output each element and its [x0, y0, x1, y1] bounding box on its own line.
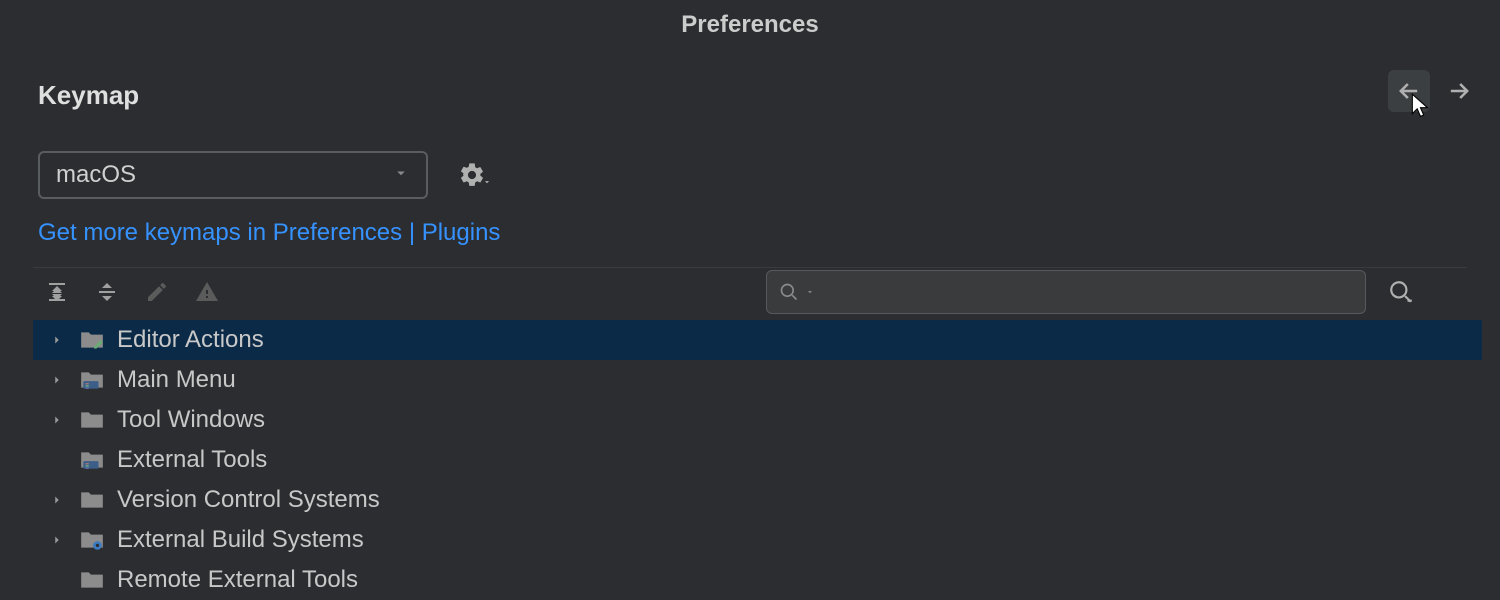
page-title: Keymap	[0, 50, 1500, 111]
tree-row-label: Main Menu	[117, 366, 236, 394]
find-by-shortcut-button[interactable]	[1388, 279, 1414, 305]
keymap-toolbar	[0, 268, 1500, 316]
forward-button[interactable]	[1438, 70, 1480, 112]
find-shortcut-icon	[1388, 279, 1414, 305]
keymap-link-row: Get more keymaps in Preferences | Plugin…	[0, 199, 1500, 247]
arrow-right-icon	[1445, 77, 1473, 105]
tree-row[interactable]: Editor Actions	[33, 320, 1482, 360]
tree-row[interactable]: Version Control Systems	[33, 480, 1482, 520]
search-icon	[779, 282, 799, 302]
tree-row[interactable]: Main Menu	[33, 360, 1482, 400]
tree-row[interactable]: Remote External Tools	[33, 560, 1482, 600]
collapse-all-icon	[95, 280, 119, 304]
back-button[interactable]	[1388, 70, 1430, 112]
dialog-header: Preferences	[0, 0, 1500, 50]
tree-row[interactable]: External Build Systems	[33, 520, 1482, 560]
folder-edit-icon	[79, 327, 105, 353]
folder-icon	[79, 567, 105, 593]
expand-all-icon	[45, 280, 69, 304]
keymap-dropdown-value: macOS	[56, 161, 136, 189]
folder-icon	[79, 407, 105, 433]
edit-shortcut-button[interactable]	[145, 276, 169, 308]
chevron-right-icon[interactable]	[47, 493, 67, 507]
tree-row-label: External Build Systems	[117, 526, 364, 554]
tree-row-label: Remote External Tools	[117, 566, 358, 594]
chevron-right-icon[interactable]	[47, 533, 67, 547]
actions-tree[interactable]: Editor Actions Main Menu Tool Windows Exter…	[33, 320, 1482, 600]
chevron-right-icon[interactable]	[47, 413, 67, 427]
chevron-down-icon	[805, 287, 815, 297]
chevron-right-icon[interactable]	[47, 373, 67, 387]
folder-menu-icon	[79, 367, 105, 393]
folder-gear-icon	[79, 527, 105, 553]
warning-icon	[195, 280, 219, 304]
folder-menu-icon	[79, 447, 105, 473]
tree-row[interactable]: Tool Windows	[33, 400, 1482, 440]
tree-row-label: Version Control Systems	[117, 486, 380, 514]
collapse-all-button[interactable]	[95, 276, 119, 308]
tree-row-label: Tool Windows	[117, 406, 265, 434]
keymap-dropdown[interactable]: macOS	[38, 151, 428, 199]
nav-arrows	[1388, 70, 1480, 112]
arrow-left-icon	[1395, 77, 1423, 105]
chevron-down-icon	[392, 161, 410, 189]
keymap-selector-row: macOS	[0, 111, 1500, 199]
tree-row[interactable]: External Tools	[33, 440, 1482, 480]
get-more-keymaps-link[interactable]: Get more keymaps in Preferences | Plugin…	[38, 219, 500, 246]
tree-row-label: Editor Actions	[117, 326, 264, 354]
tree-row-label: External Tools	[117, 446, 267, 474]
keymap-settings-button[interactable]	[458, 161, 492, 189]
chevron-right-icon[interactable]	[47, 333, 67, 347]
pencil-icon	[145, 280, 169, 304]
folder-icon	[79, 487, 105, 513]
dialog-title: Preferences	[681, 11, 818, 39]
search-input[interactable]	[766, 270, 1366, 314]
warning-button[interactable]	[195, 276, 219, 308]
expand-all-button[interactable]	[45, 276, 69, 308]
